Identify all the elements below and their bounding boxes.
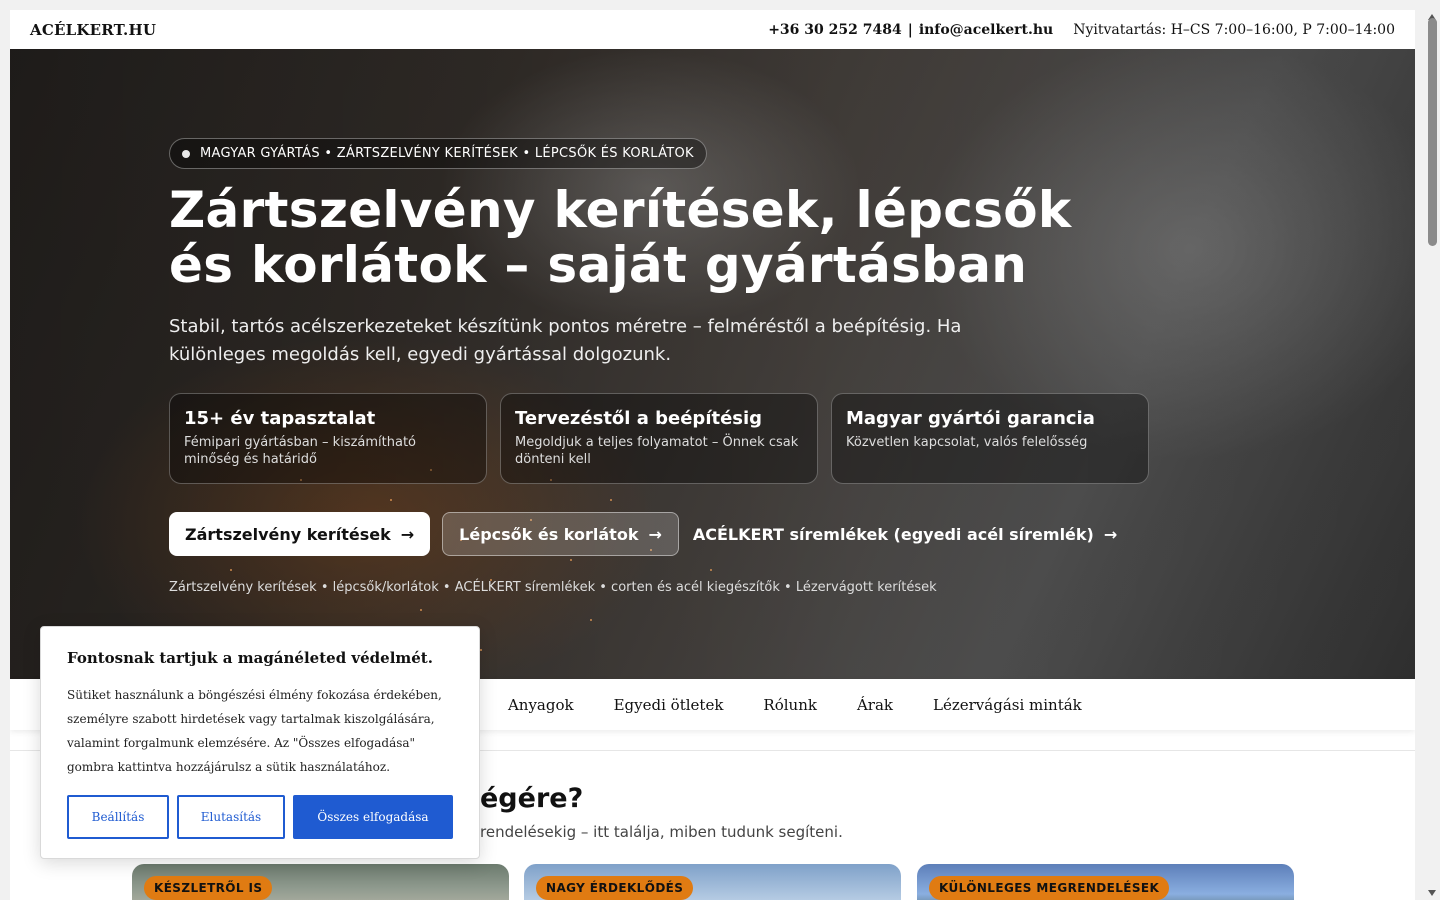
arrow-right-icon: → — [1103, 524, 1118, 544]
gravestones-link[interactable]: ACÉLKERT síremlékek (egyedi acél síremlé… — [691, 512, 1133, 556]
hero-title-line1: Zártszelvény kerítések, lépcsők — [169, 181, 1072, 239]
cookie-text: Sütiket használunk a böngészési élmény f… — [67, 688, 442, 774]
phone-link[interactable]: +36 30 252 7484 — [768, 22, 902, 38]
hero-section: MAGYAR GYÁRTÁS • ZÁRTSZELVÉNY KERÍTÉSEK … — [10, 49, 1415, 679]
cookie-settings-button[interactable]: Beállítás — [67, 795, 169, 839]
feature-card: 15+ év tapasztalat Fémipari gyártásban –… — [169, 393, 487, 484]
feature-list: 15+ év tapasztalat Fémipari gyártásban –… — [169, 393, 1159, 484]
contact-info: +36 30 252 7484 | info@acelkert.hu Nyitv… — [768, 22, 1395, 38]
opening-hours: Nyitvatartás: H–CS 7:00–16:00, P 7:00–14… — [1073, 21, 1395, 38]
page-scrollbar[interactable] — [1425, 10, 1440, 900]
cookie-accept-button[interactable]: Összes elfogadása — [293, 795, 453, 839]
arrow-right-icon: → — [648, 524, 662, 544]
section-title: égére? — [480, 783, 584, 814]
feature-title: Magyar gyártói garancia — [846, 408, 1095, 429]
fence-button-label: Zártszelvény kerítések — [185, 524, 391, 544]
feature-title: 15+ év tapasztalat — [184, 408, 376, 429]
hero-cta-group: Zártszelvény kerítések → Lépcsők és korl… — [169, 512, 1159, 556]
section-subtitle: rendelésekig – itt találja, miben tudunk… — [480, 823, 843, 841]
hero-tagline: Zártszelvény kerítések • lépcsők/korláto… — [169, 580, 937, 595]
feature-title: Tervezéstől a beépítésig — [515, 408, 763, 429]
arrow-right-icon: → — [400, 524, 415, 544]
email-link[interactable]: info@acelkert.hu — [919, 22, 1053, 38]
hero-content: MAGYAR GYÁRTÁS • ZÁRTSZELVÉNY KERÍTÉSEK … — [169, 138, 1159, 595]
top-bar: ACÉLKERT.HU +36 30 252 7484 | info@acelk… — [10, 10, 1415, 49]
stairs-button-label: Lépcsők és korlátok — [459, 524, 639, 544]
card-badge: KÉSZLETRŐL IS — [144, 876, 273, 900]
spark-dot — [480, 649, 482, 651]
category-card[interactable]: KÜLÖNLEGES MEGRENDELÉSEK — [917, 864, 1294, 900]
category-card[interactable]: NAGY ÉRDEKLŐDÉS — [524, 864, 901, 900]
stairs-button[interactable]: Lépcsők és korlátok → — [442, 512, 679, 556]
feature-text: Fémipari gyártásban – kiszámítható minős… — [184, 435, 416, 467]
hero-lead: Stabil, tartós acélszerkezeteket készítü… — [169, 316, 962, 365]
fence-button[interactable]: Zártszelvény kerítések → — [169, 512, 431, 556]
nav-item-about[interactable]: Rólunk — [763, 696, 817, 714]
hero-pill: MAGYAR GYÁRTÁS • ZÁRTSZELVÉNY KERÍTÉSEK … — [169, 138, 707, 169]
gravestones-link-label: ACÉLKERT síremlékek (egyedi acél síremlé… — [692, 524, 1094, 544]
nav-items: ek Anyagok Egyedi ötletek Rólunk Árak Lé… — [450, 696, 1122, 714]
card-badge: NAGY ÉRDEKLŐDÉS — [536, 876, 694, 900]
nav-item-prices[interactable]: Árak — [857, 696, 893, 714]
cookie-title: Fontosnak tartjuk a magánéleted védelmét… — [67, 649, 433, 667]
brand-logo[interactable]: ACÉLKERT.HU — [30, 21, 156, 39]
nav-item-custom-ideas[interactable]: Egyedi ötletek — [614, 696, 724, 714]
cookie-consent-dialog: Fontosnak tartjuk a magánéleted védelmét… — [40, 626, 480, 859]
cookie-reject-button[interactable]: Elutasítás — [177, 795, 285, 839]
feature-text: Közvetlen kapcsolat, valós felelősség — [846, 435, 1088, 450]
feature-card: Magyar gyártói garancia Közvetlen kapcso… — [831, 393, 1149, 484]
feature-card: Tervezéstől a beépítésig Megoldjuk a tel… — [500, 393, 818, 484]
dot-icon — [182, 149, 190, 158]
hero-title-line2: és korlátok – saját gyártásban — [169, 236, 1028, 294]
spark-dot — [420, 609, 422, 611]
spark-dot — [590, 619, 592, 621]
contact-separator: | — [907, 21, 913, 38]
hero-title: Zártszelvény kerítések, lépcsők és korlá… — [169, 183, 1159, 293]
hero-pill-text: MAGYAR GYÁRTÁS • ZÁRTSZELVÉNY KERÍTÉSEK … — [200, 146, 694, 161]
nav-item-materials[interactable]: Anyagok — [508, 696, 574, 714]
scroll-down-icon[interactable] — [1428, 890, 1436, 896]
category-card[interactable]: KÉSZLETRŐL IS — [132, 864, 509, 900]
nav-item-laser-patterns[interactable]: Lézervágási minták — [933, 696, 1082, 714]
feature-text: Megoldjuk a teljes folyamatot – Önnek cs… — [515, 435, 799, 467]
cookie-buttons: Beállítás Elutasítás Összes elfogadása — [67, 795, 453, 839]
scrollbar-thumb[interactable] — [1428, 18, 1437, 246]
card-badge: KÜLÖNLEGES MEGRENDELÉSEK — [929, 876, 1170, 900]
